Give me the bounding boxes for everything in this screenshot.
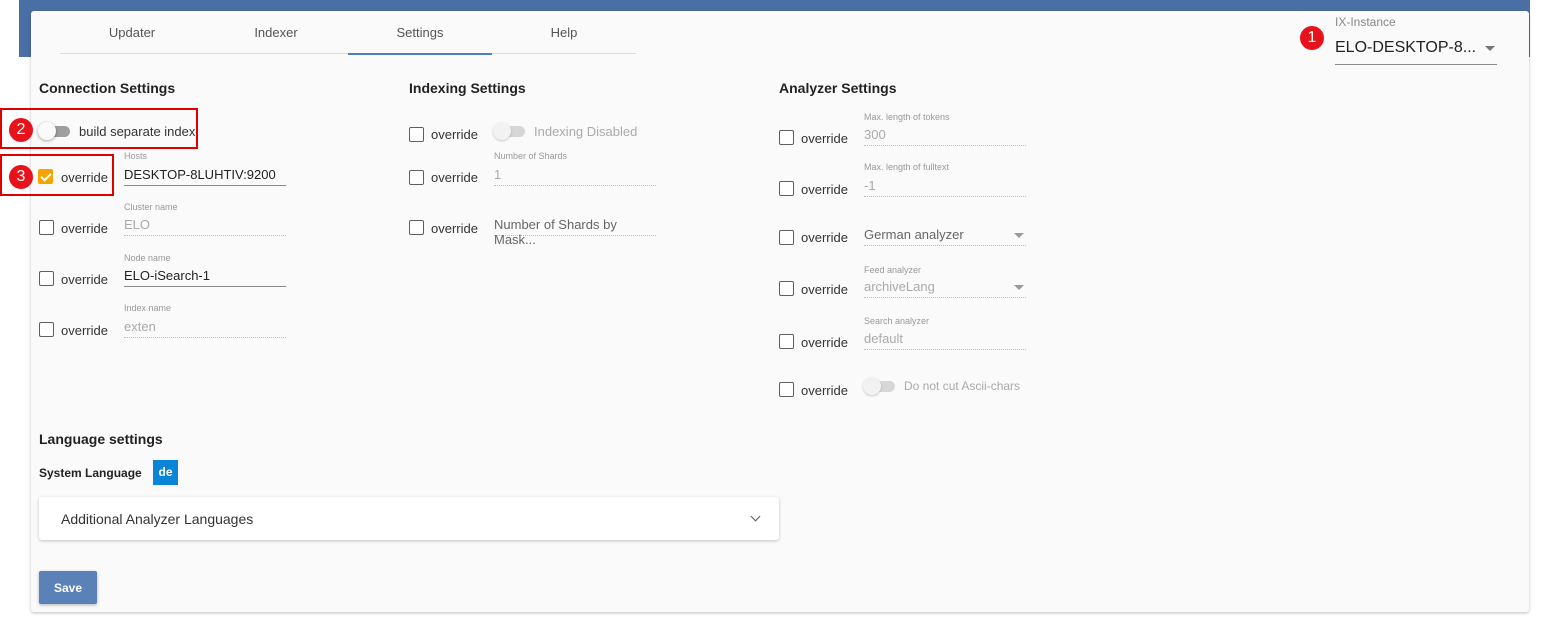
ix-instance-select[interactable]: ELO-DESKTOP-8...: [1335, 35, 1497, 65]
max-tokens-value: 300: [864, 127, 886, 142]
tab-bar: Updater Indexer Settings Help: [60, 11, 636, 55]
feed-analyzer-label: Feed analyzer: [864, 265, 922, 275]
index-name-input: exten: [124, 316, 286, 338]
shards-override-label: override: [431, 170, 478, 185]
shards-override-checkbox[interactable]: [409, 170, 424, 185]
analyzer-select: German analyzer: [864, 224, 1026, 246]
shards-value: 1: [494, 167, 502, 182]
toggle-thumb: [863, 377, 881, 395]
node-override-label: override: [61, 272, 108, 287]
analyzer-value: German analyzer: [864, 227, 964, 242]
toggle-thumb: [493, 122, 511, 140]
build-separate-index-label: build separate index: [79, 124, 196, 139]
ascii-override-label: override: [801, 383, 848, 398]
cluster-override-checkbox[interactable]: [39, 220, 54, 235]
shards-mask-override-checkbox[interactable]: [409, 220, 424, 235]
max-tokens-override-label: override: [801, 131, 848, 146]
cluster-name-label: Cluster name: [124, 202, 178, 212]
max-fulltext-input: -1: [864, 175, 1026, 197]
index-override-label: override: [61, 323, 108, 338]
max-tokens-input: 300: [864, 124, 1026, 146]
tab-help[interactable]: Help: [492, 11, 636, 54]
feed-analyzer-select: archiveLang: [864, 276, 1026, 298]
indexing-disabled-override-checkbox[interactable]: [409, 127, 424, 142]
hosts-override-checkbox[interactable]: [38, 169, 53, 184]
max-tokens-override-checkbox[interactable]: [779, 130, 794, 145]
language-settings-title: Language settings: [39, 431, 163, 447]
connection-settings-title: Connection Settings: [39, 80, 176, 96]
tab-settings[interactable]: Settings: [348, 11, 492, 55]
shards-input: 1: [494, 164, 656, 186]
max-fulltext-label: Max. length of fulltext: [864, 162, 950, 172]
system-language-chip[interactable]: de: [153, 460, 178, 485]
ascii-chars-toggle: [863, 376, 897, 396]
search-analyzer-override-label: override: [801, 335, 848, 350]
feed-analyzer-value: archiveLang: [864, 279, 935, 294]
max-fulltext-override-checkbox[interactable]: [779, 181, 794, 196]
feed-analyzer-override-label: override: [801, 282, 848, 297]
ascii-override-checkbox[interactable]: [779, 382, 794, 397]
tab-indexer[interactable]: Indexer: [204, 11, 348, 54]
save-button[interactable]: Save: [39, 571, 97, 604]
annotation-badge-2: 2: [9, 118, 33, 142]
shards-by-mask-value: Number of Shards by Mask...: [494, 217, 617, 247]
analyzer-settings-title: Analyzer Settings: [779, 80, 897, 96]
hosts-value: DESKTOP-8LUHTIV:9200: [124, 167, 276, 182]
dropdown-caret-icon: [1485, 46, 1495, 51]
toggle-thumb: [38, 122, 56, 140]
dropdown-caret-icon: [1014, 233, 1024, 238]
indexing-disabled-override-label: override: [431, 127, 478, 142]
search-analyzer-value: default: [864, 331, 904, 346]
ix-instance-value: ELO-DESKTOP-8...: [1335, 39, 1477, 56]
hosts-input[interactable]: DESKTOP-8LUHTIV:9200: [124, 164, 286, 186]
analyzer-override-checkbox[interactable]: [779, 230, 794, 245]
analyzer-override-label: override: [801, 230, 848, 245]
ix-instance-label: IX-Instance: [1335, 15, 1396, 29]
indexing-settings-title: Indexing Settings: [409, 80, 526, 96]
indexing-disabled-label: Indexing Disabled: [534, 124, 638, 139]
max-fulltext-override-label: override: [801, 182, 848, 197]
max-tokens-label: Max. length of tokens: [864, 112, 950, 122]
node-name-input[interactable]: ELO-iSearch-1: [124, 265, 286, 287]
search-analyzer-override-checkbox[interactable]: [779, 334, 794, 349]
cluster-name-input: ELO: [124, 214, 286, 236]
shards-by-mask-input: Number of Shards by Mask...: [494, 214, 656, 247]
shards-mask-override-label: override: [431, 221, 478, 236]
additional-analyzer-languages-label: Additional Analyzer Languages: [61, 511, 254, 527]
annotation-badge-1: 1: [1300, 26, 1324, 50]
chevron-down-icon: [750, 511, 761, 522]
index-name-label: Index name: [124, 303, 172, 313]
dropdown-caret-icon: [1014, 285, 1024, 290]
annotation-badge-3: 3: [9, 165, 33, 189]
build-separate-index-toggle[interactable]: [38, 121, 72, 141]
feed-analyzer-override-checkbox[interactable]: [779, 281, 794, 296]
indexing-disabled-toggle: [493, 121, 527, 141]
system-language-label: System Language: [39, 466, 142, 480]
shards-label: Number of Shards: [494, 151, 568, 161]
settings-card: Updater Indexer Settings Help 1 IX-Insta…: [0, 11, 1529, 612]
additional-analyzer-languages-panel[interactable]: Additional Analyzer Languages: [39, 497, 779, 540]
search-analyzer-input: default: [864, 328, 1026, 350]
node-name-label: Node name: [124, 253, 171, 263]
search-analyzer-label: Search analyzer: [864, 316, 930, 326]
node-name-value: ELO-iSearch-1: [124, 268, 210, 283]
index-name-value: exten: [124, 319, 156, 334]
cluster-name-value: ELO: [124, 217, 151, 232]
tab-updater[interactable]: Updater: [60, 11, 204, 54]
hosts-label: Hosts: [124, 151, 148, 161]
cluster-override-label: override: [61, 221, 108, 236]
hosts-override-label: override: [61, 170, 108, 185]
index-override-checkbox[interactable]: [39, 322, 54, 337]
max-fulltext-value: -1: [864, 178, 876, 193]
ascii-chars-label: Do not cut Ascii-chars: [904, 379, 1021, 393]
node-override-checkbox[interactable]: [39, 271, 54, 286]
